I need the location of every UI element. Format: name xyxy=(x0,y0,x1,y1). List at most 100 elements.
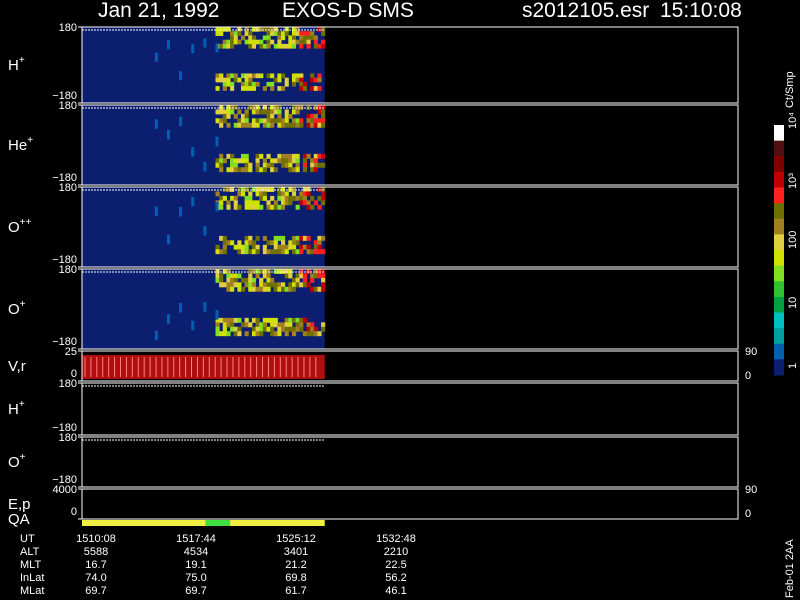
spectrogram-cell xyxy=(226,187,231,192)
spectrogram-cell xyxy=(244,195,249,201)
spectrogram-cell xyxy=(240,322,246,328)
spectrogram-cell xyxy=(299,43,304,49)
spectrogram-cell xyxy=(270,118,275,124)
spectrogram-cell xyxy=(270,73,275,79)
spectrogram-cell xyxy=(295,317,300,323)
spectrogram-cell xyxy=(237,317,242,323)
spectrogram-cell xyxy=(288,167,293,173)
spectrogram-cell xyxy=(237,122,242,128)
spectrogram-cell xyxy=(277,31,282,36)
spectrogram-cell xyxy=(226,204,231,210)
spectrogram-cell xyxy=(288,153,293,159)
panel-label-sup: + xyxy=(19,399,25,410)
spectrogram-cell xyxy=(295,27,300,32)
spectrogram-cell xyxy=(291,195,297,201)
spectrogram-cell xyxy=(299,191,304,197)
spectrogram-cell xyxy=(270,86,275,91)
spectrogram-cell xyxy=(222,282,227,288)
spectrogram-cell xyxy=(288,273,293,279)
spectrogram-cell xyxy=(266,249,271,255)
spectrogram-cell xyxy=(295,277,300,283)
spectrogram-cell xyxy=(277,331,282,337)
spectrogram-cell xyxy=(166,40,170,50)
panel-label: O+ xyxy=(8,299,26,318)
spectrogram-cell xyxy=(284,191,289,197)
spectrogram-cell xyxy=(222,240,227,246)
spectrogram-cell xyxy=(255,162,260,168)
spectrogram-cell xyxy=(259,195,264,201)
spectrogram-cell xyxy=(291,122,297,128)
spectrogram-cell xyxy=(237,240,242,246)
panel-label: V,r xyxy=(8,358,26,375)
spectrogram-cell xyxy=(244,204,249,210)
spectrogram-cell xyxy=(222,113,227,119)
spectrogram-cell xyxy=(273,27,278,32)
spectrogram-cell xyxy=(219,331,224,337)
spectrogram-cell xyxy=(299,200,304,206)
spectrogram-cell xyxy=(233,326,238,332)
spectrogram-cell xyxy=(259,73,264,79)
table-cell: 74.0 xyxy=(85,572,106,584)
spectrogram-cell xyxy=(226,81,231,87)
spectrogram-cell xyxy=(222,235,227,241)
spectrogram-cell xyxy=(273,322,278,328)
spectrogram-cell xyxy=(219,282,224,288)
spectrogram-cell xyxy=(215,191,220,197)
spectrogram-cell xyxy=(230,286,235,292)
spectrogram-cell xyxy=(240,277,246,283)
spectrogram-cell xyxy=(321,322,326,328)
panel-label-text: O xyxy=(8,219,20,236)
spectrogram-cell xyxy=(288,113,293,119)
spectrogram-cell xyxy=(321,326,326,332)
spectrogram-cell xyxy=(219,273,224,279)
spectrogram-cell xyxy=(302,273,308,279)
spectrogram-cell xyxy=(291,277,297,283)
spectrogram-cell xyxy=(299,195,304,201)
spectrogram-cell xyxy=(233,39,238,45)
axis-tick-label: 180 xyxy=(59,22,77,34)
spectrogram-cell xyxy=(251,187,257,192)
spectrogram-cell xyxy=(203,161,207,172)
spectrogram-cell xyxy=(233,77,238,83)
spectrogram-cell xyxy=(215,331,220,337)
spectrogram-cell xyxy=(281,204,286,210)
spectrogram-cell xyxy=(233,195,238,201)
spectrogram-cell xyxy=(321,273,326,279)
spectrogram-cell xyxy=(219,167,224,173)
spectrogram-cell xyxy=(215,249,220,255)
spectrogram-cell xyxy=(281,282,286,288)
spectrogram-cell xyxy=(222,187,227,192)
table-cell: 1510:08 xyxy=(76,533,116,545)
spectrogram-cell xyxy=(255,158,260,164)
spectrogram-cell xyxy=(240,249,246,255)
spectrogram-cell xyxy=(255,322,260,328)
spectrogram-cell xyxy=(226,273,231,279)
spectrogram-cell xyxy=(215,27,220,32)
spectrogram-cell xyxy=(255,326,260,332)
spectrogram-cell xyxy=(299,105,304,110)
spectrogram-cell xyxy=(270,195,275,201)
spectrogram-cell xyxy=(291,73,297,79)
spectrogram-cell xyxy=(237,31,242,36)
spectrogram-cell xyxy=(237,77,242,83)
spectrogram-cell xyxy=(240,158,246,164)
spectrogram-cell xyxy=(248,39,253,45)
spectrogram-cell xyxy=(277,122,282,128)
table-cell: 1532:48 xyxy=(376,533,416,545)
spectrogram-cell xyxy=(321,200,326,206)
spectrogram-cell xyxy=(277,204,282,210)
spectrogram-cell xyxy=(277,118,282,124)
spectrogram-cell xyxy=(288,282,293,288)
spectrogram-cell xyxy=(273,269,278,274)
spectrogram-cell xyxy=(226,277,231,283)
spectrogram-cell xyxy=(219,277,224,283)
spectrogram-cell xyxy=(284,27,289,32)
spectrogram-cell xyxy=(317,204,322,210)
table-row-label: MLat xyxy=(20,585,44,597)
spectrogram-cell xyxy=(222,27,227,32)
spectrogram-cell xyxy=(295,153,300,159)
table-cell: 69.7 xyxy=(185,585,206,597)
spectrogram-cell xyxy=(154,330,158,341)
spectrogram-cell xyxy=(299,77,304,83)
spectrogram-cell xyxy=(317,43,322,49)
